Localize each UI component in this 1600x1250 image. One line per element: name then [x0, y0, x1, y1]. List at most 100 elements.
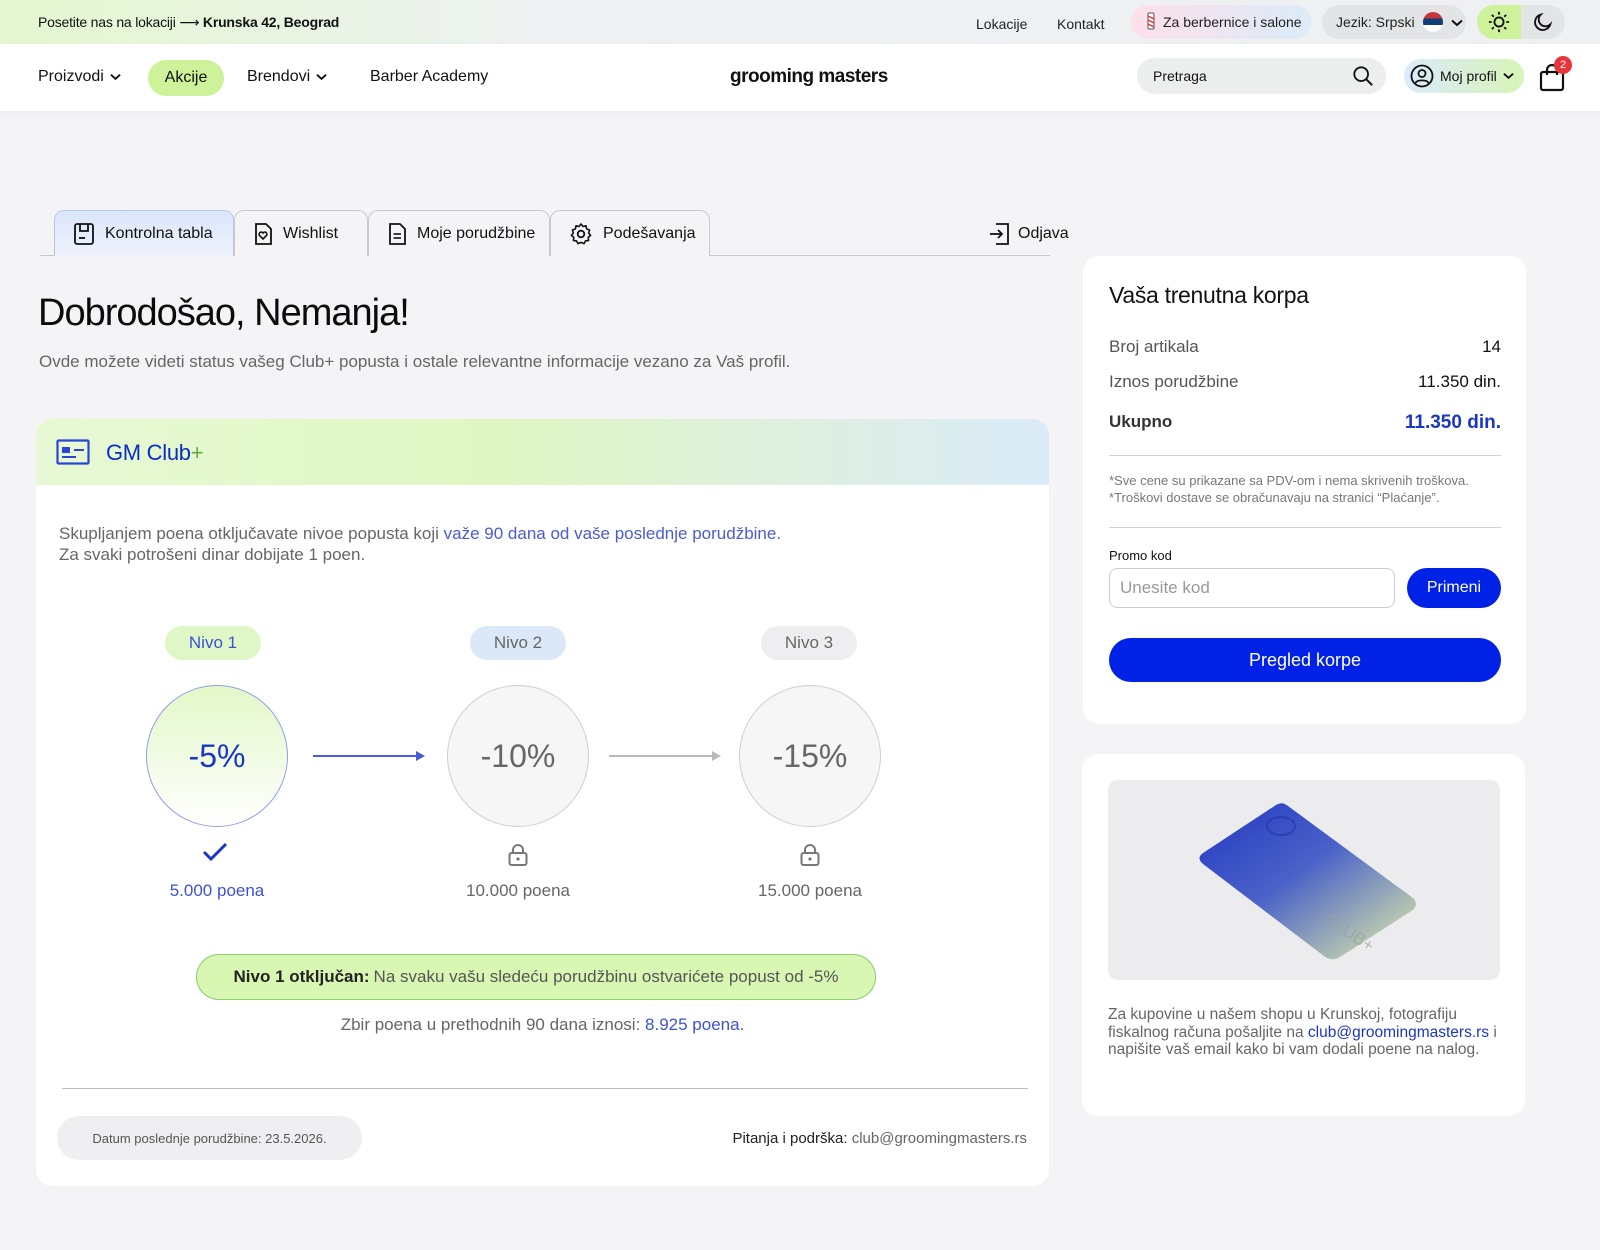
- club-card: GM Club+ Skupljanjem poena otključavate …: [36, 419, 1049, 1186]
- top-bar: Posetite nas na lokaciji ⟶ Krunska 42, B…: [0, 0, 1600, 44]
- tab-moje-porudzbine[interactable]: Moje porudžbine: [368, 210, 550, 256]
- profile-menu[interactable]: Moj profil: [1404, 59, 1524, 93]
- page-subtitle: Ovde možete videti status vašeg Club+ po…: [39, 352, 791, 371]
- nav-akcije[interactable]: Akcije: [148, 60, 224, 96]
- dashboard-icon: [74, 222, 94, 245]
- chevron-down-icon: [1450, 14, 1463, 30]
- user-circle-icon: [1410, 64, 1434, 88]
- club-title: GM Club+: [106, 440, 204, 466]
- support-info: Pitanja i podrška: club@groomingmasters.…: [732, 1130, 1027, 1147]
- b2b-label: Za berbernice i salone: [1163, 14, 1302, 30]
- cart-total-label: Ukupno: [1109, 412, 1173, 431]
- cart-items-value: 14: [1482, 337, 1501, 356]
- nav-proizvodi-label: Proizvodi: [38, 68, 104, 85]
- desc-highlight: važe 90 dana od vaše poslednje porudžbin…: [443, 524, 777, 543]
- language-label: Jezik: Srpski: [1336, 14, 1415, 30]
- level-3-pill: Nivo 3: [761, 626, 857, 660]
- price-note: *Sve cene su prikazane sa PDV-om i nema …: [1109, 472, 1469, 506]
- desc-line1-post: .: [776, 524, 782, 543]
- search-input[interactable]: Pretraga: [1153, 68, 1207, 84]
- cart-amount-row: Iznos porudžbine 11.350 din.: [1109, 372, 1501, 392]
- tab-podesavanja[interactable]: Podešavanja: [550, 210, 710, 256]
- desc-line2: Za svaki potrošeni dinar dobijate 1 poen…: [59, 545, 366, 564]
- cart-total-row: Ukupno 11.350 din.: [1109, 412, 1501, 434]
- apply-promo-button[interactable]: Primeni: [1407, 568, 1501, 608]
- support-email-link[interactable]: club@groomingmasters.rs: [852, 1130, 1027, 1147]
- level-1-circle: -5%: [146, 685, 288, 827]
- link-kontakt[interactable]: Kontakt: [1057, 16, 1104, 32]
- check-icon: [202, 842, 228, 862]
- barber-pole-icon: [1145, 12, 1157, 33]
- divider: [1109, 527, 1501, 528]
- search-box[interactable]: Pretraga: [1137, 58, 1386, 94]
- search-icon[interactable]: [1352, 65, 1374, 92]
- serbia-flag-icon: [1422, 12, 1443, 32]
- membership-card-icon: [56, 439, 90, 470]
- points-sum-prefix: Zbir poena u prethodnih 90 dana iznosi:: [340, 1015, 646, 1034]
- site-logo[interactable]: grooming masters: [730, 66, 888, 88]
- unlock-bold: Nivo 1 otključan:: [233, 967, 370, 986]
- level-arrow: [609, 751, 721, 761]
- level-2-pill: Nivo 2: [470, 626, 566, 660]
- club-title-main: GM Club: [106, 440, 191, 465]
- lock-icon: [508, 844, 528, 866]
- nav-barber-academy[interactable]: Barber Academy: [370, 68, 488, 86]
- price-note-2: *Troškovi dostave se obračunavaju na str…: [1109, 490, 1440, 505]
- tab-label: Wishlist: [283, 224, 339, 242]
- points-sum: Zbir poena u prethodnih 90 dana iznosi: …: [36, 1015, 1049, 1035]
- chevron-down-icon: [1503, 73, 1514, 80]
- language-select[interactable]: Jezik: Srpski: [1322, 5, 1466, 39]
- promo-code-input[interactable]: [1109, 568, 1395, 608]
- tab-label: Moje porudžbine: [417, 224, 536, 242]
- chevron-down-icon: [316, 74, 327, 81]
- level-3-circle: -15%: [739, 685, 881, 827]
- theme-toggle[interactable]: [1477, 5, 1565, 39]
- dark-mode-button[interactable]: [1521, 5, 1565, 39]
- support-label: Pitanja i podrška:: [732, 1130, 848, 1147]
- promo-code-label: Promo kod: [1109, 548, 1172, 563]
- club-card-image: CLUB+: [1108, 780, 1500, 980]
- light-mode-button[interactable]: [1477, 5, 1521, 39]
- divider: [1109, 455, 1501, 456]
- sun-icon: [1488, 11, 1510, 33]
- page-title: Dobrodošao, Nemanja!: [38, 292, 410, 334]
- club-description: Skupljanjem poena otključavate nivoe pop…: [59, 523, 781, 565]
- view-cart-button[interactable]: Pregled korpe: [1109, 638, 1501, 682]
- last-order-date: Datum poslednje porudžbine: 23.5.2026.: [57, 1116, 362, 1160]
- tab-wishlist[interactable]: Wishlist: [234, 210, 368, 256]
- cart-title: Vaša trenutna korpa: [1109, 282, 1309, 308]
- cart-button[interactable]: 2: [1539, 56, 1572, 92]
- promo-arrow: ⟶: [179, 14, 200, 30]
- cart-items-row: Broj artikala 14: [1109, 337, 1501, 357]
- gear-icon: [570, 222, 592, 244]
- club-email-link[interactable]: club@groomingmasters.rs: [1308, 1024, 1489, 1041]
- moon-icon: [1534, 12, 1553, 31]
- wishlist-icon: [255, 222, 272, 245]
- club-card-info-panel: CLUB+ Za kupovine u našem shopu u Krunsk…: [1082, 754, 1525, 1116]
- b2b-button[interactable]: Za berbernice i salone: [1131, 5, 1311, 39]
- price-note-1: *Sve cene su prikazane sa PDV-om i nema …: [1109, 473, 1469, 488]
- logout-icon: [990, 223, 1009, 245]
- link-lokacije[interactable]: Lokacije: [976, 16, 1027, 32]
- promo-address: Krunska 42, Beograd: [202, 14, 340, 30]
- nav-brendovi[interactable]: Brendovi: [247, 68, 327, 86]
- document-icon: [389, 222, 406, 245]
- logout-button[interactable]: Odjava: [988, 222, 1069, 246]
- cart-summary-panel: Vaša trenutna korpa Broj artikala 14 Izn…: [1083, 256, 1526, 724]
- level-2-points: 10.000 poena: [466, 881, 570, 900]
- level-3-points: 15.000 poena: [758, 881, 862, 900]
- club-header: GM Club+: [36, 419, 1049, 485]
- tab-kontrolna-tabla[interactable]: Kontrolna tabla: [54, 210, 234, 256]
- nav-proizvodi[interactable]: Proizvodi: [38, 68, 121, 86]
- tab-label: Kontrolna tabla: [105, 224, 213, 242]
- level-1-pill: Nivo 1: [165, 626, 261, 660]
- nav-brendovi-label: Brendovi: [247, 68, 311, 85]
- unlock-status-banner: Nivo 1 otključan: Na svaku vašu sledeću …: [196, 954, 876, 1000]
- points-sum-value: 8.925 poena.: [645, 1015, 745, 1034]
- desc-line1-pre: Skupljanjem poena otključavate nivoe pop…: [59, 524, 444, 543]
- location-promo[interactable]: Posetite nas na lokaciji ⟶ Krunska 42, B…: [38, 14, 339, 31]
- cart-count-badge: 2: [1554, 56, 1572, 74]
- chevron-down-icon: [110, 74, 121, 81]
- club-title-plus: +: [190, 440, 204, 465]
- cart-amount-label: Iznos porudžbine: [1109, 372, 1239, 391]
